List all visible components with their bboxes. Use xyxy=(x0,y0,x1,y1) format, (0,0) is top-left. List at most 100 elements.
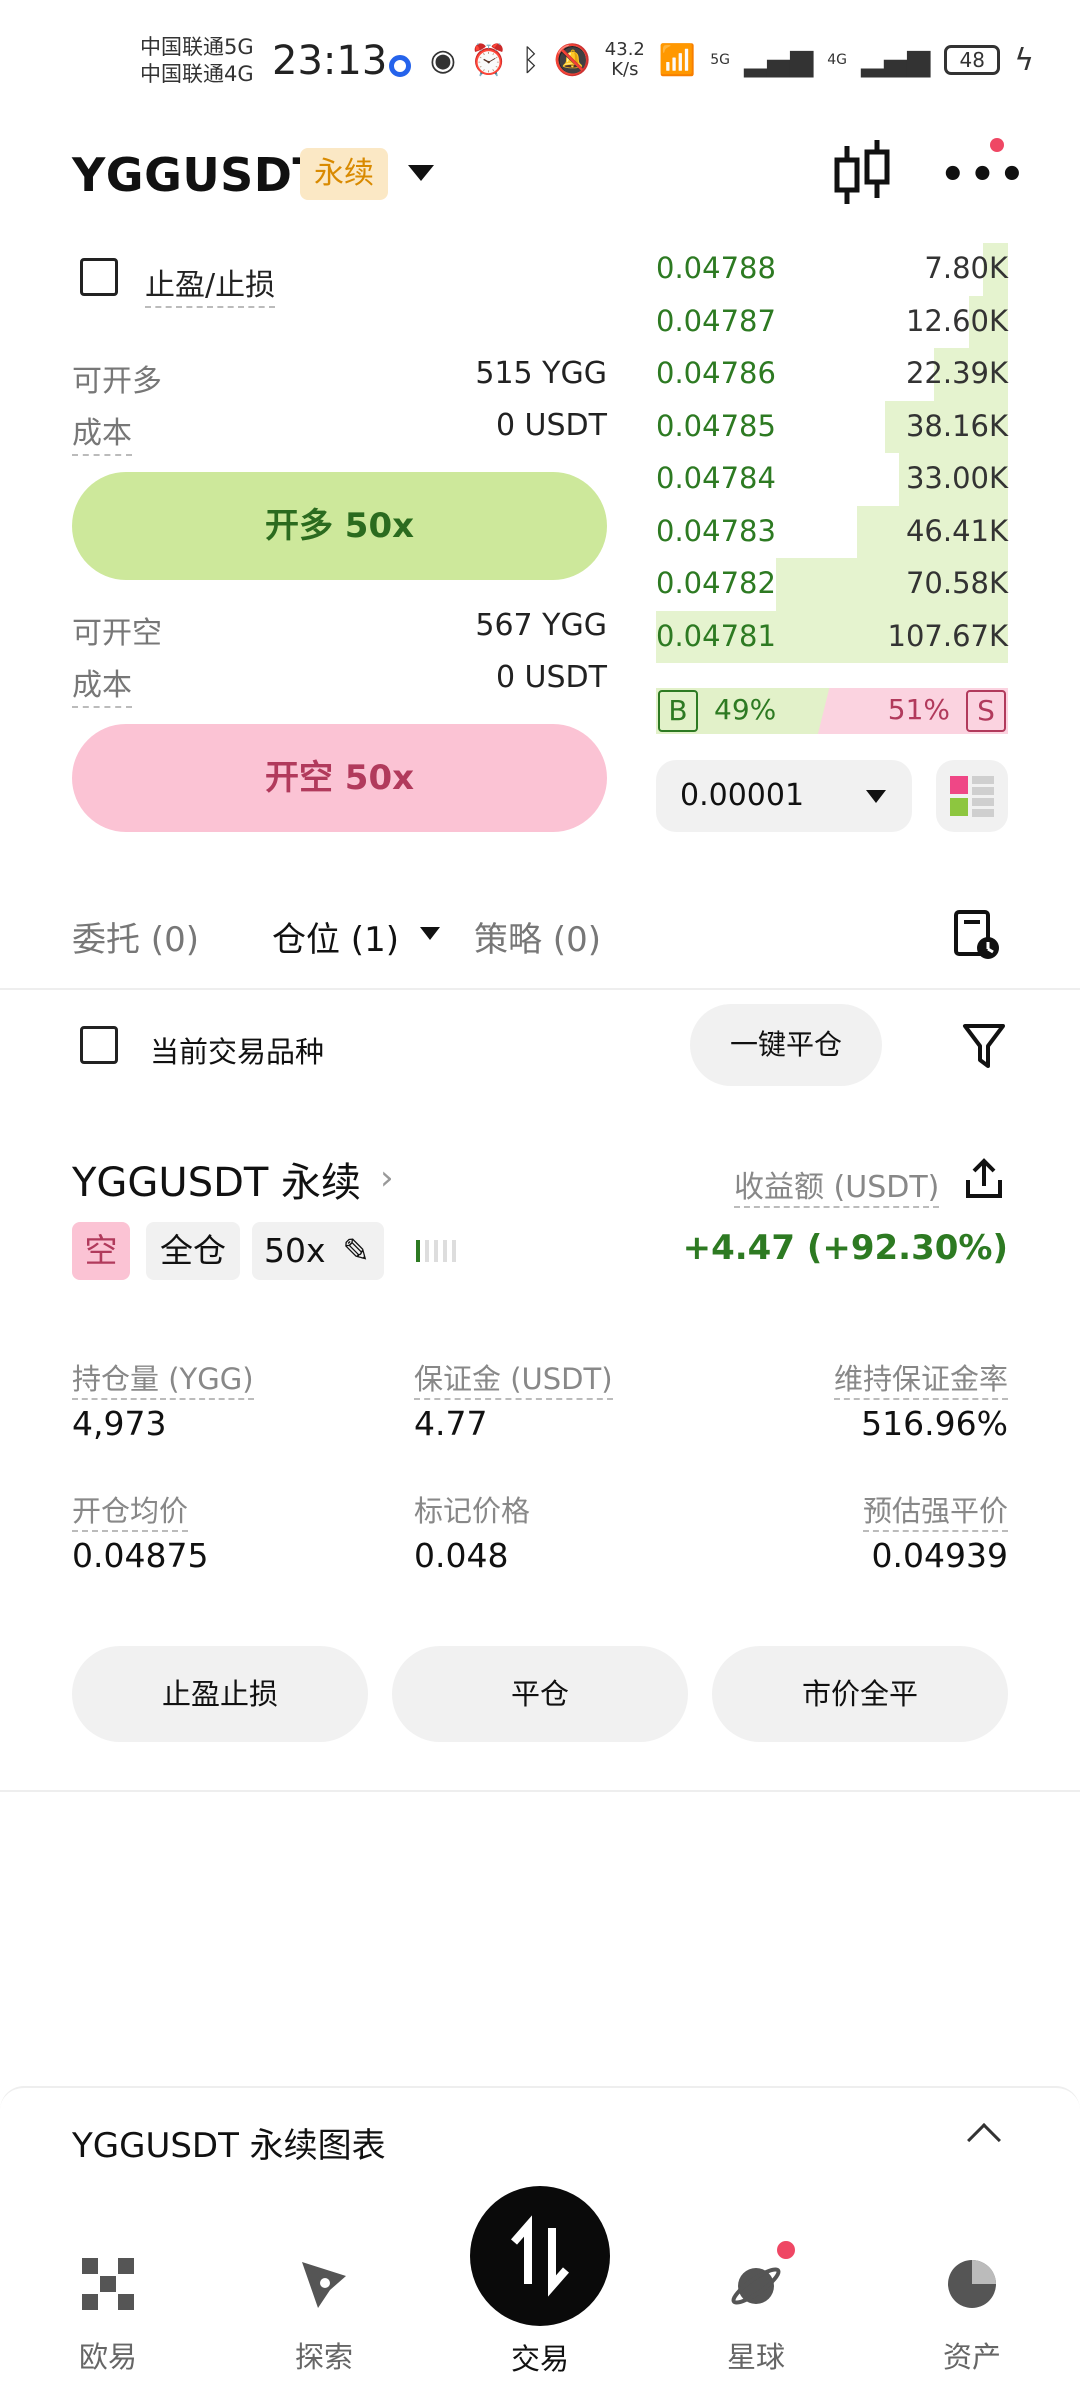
net-label-2: 4G xyxy=(827,52,847,68)
chevron-down-icon xyxy=(866,790,886,803)
close-position-button[interactable]: 平仓 xyxy=(392,1646,688,1742)
speed-unit: K/s xyxy=(611,59,639,80)
orderbook-layout-button[interactable] xyxy=(936,760,1008,832)
short-cost-value: 0 USDT xyxy=(495,660,607,695)
open-short-button[interactable]: 开空 50x xyxy=(72,724,607,832)
order-book-price: 0.04787 xyxy=(656,303,776,338)
signal-icon-2: ▂▄▆ xyxy=(860,42,931,78)
order-book-row[interactable]: 0.04781 107.67K xyxy=(656,610,1008,663)
qty-label[interactable]: 持仓量 (YGG) xyxy=(72,1356,254,1400)
leverage-value: 50x xyxy=(264,1231,326,1270)
pair-title[interactable]: YGGUSDT xyxy=(72,148,324,202)
long-available-value: 515 YGG xyxy=(475,356,607,391)
filter-icon[interactable] xyxy=(962,1022,1006,1070)
entry-price-label[interactable]: 开仓均价 xyxy=(72,1488,189,1532)
liq-price-label[interactable]: 预估强平价 xyxy=(862,1488,1008,1532)
margin-label[interactable]: 保证金 (USDT) xyxy=(414,1356,613,1400)
okx-logo-icon xyxy=(82,2258,134,2310)
side-badge: 空 xyxy=(72,1222,130,1280)
order-book-row[interactable]: 0.04786 22.39K xyxy=(656,348,1008,401)
history-icon[interactable] xyxy=(952,908,1002,962)
battery-icon: 48 xyxy=(944,45,1001,75)
precision-select[interactable]: 0.00001 xyxy=(656,760,912,832)
chevron-right-icon[interactable]: › xyxy=(380,1158,394,1198)
nav-explore[interactable]: 探索 xyxy=(254,2240,394,2376)
open-long-button[interactable]: 开多 50x xyxy=(72,472,607,580)
order-book-row[interactable]: 0.04787 12.60K xyxy=(656,295,1008,348)
pnl-label[interactable]: 收益额 (USDT) xyxy=(734,1162,940,1208)
clock: 23:13 xyxy=(272,38,388,84)
tab-strategies[interactable]: 策略 (0) xyxy=(474,912,601,961)
bluetooth-icon: ᛒ xyxy=(521,42,540,78)
layout-icon xyxy=(950,776,994,817)
app-indicator-icon xyxy=(389,55,411,77)
tpsl-checkbox[interactable] xyxy=(80,258,118,296)
order-book-price: 0.04781 xyxy=(656,618,776,653)
order-book[interactable]: 0.04788 7.80K 0.04787 12.60K 0.04786 22.39K 0.… xyxy=(656,243,1008,663)
mark-price-value: 0.048 xyxy=(414,1536,509,1575)
signal-icon: ▂▄▆ xyxy=(744,42,814,78)
mmr-label[interactable]: 维持保证金率 xyxy=(833,1356,1008,1400)
mark-price-label: 标记价格 xyxy=(414,1494,531,1528)
long-cost-value: 0 USDT xyxy=(495,408,607,443)
buy-percent: 49% xyxy=(714,693,777,726)
positions-dropdown-icon[interactable] xyxy=(420,927,440,940)
current-pair-checkbox[interactable] xyxy=(80,1026,118,1064)
tab-orders[interactable]: 委托 (0) xyxy=(72,912,199,961)
nav-home[interactable]: 欧易 xyxy=(38,2240,178,2376)
liq-price-value: 0.04939 xyxy=(871,1536,1008,1575)
market-close-all-button[interactable]: 市价全平 xyxy=(712,1646,1008,1742)
qty-value: 4,973 xyxy=(72,1404,167,1443)
order-book-size: 38.16K xyxy=(905,408,1008,443)
current-pair-label[interactable]: 当前交易品种 xyxy=(150,1029,324,1071)
chart-panel-title[interactable]: YGGUSDT 永续图表 xyxy=(72,2118,386,2167)
tab-positions[interactable]: 仓位 (1) xyxy=(272,912,399,961)
tpsl-label[interactable]: 止盈/止损 xyxy=(145,260,276,308)
charging-icon: ϟ xyxy=(1014,42,1034,78)
buy-sell-ratio: B 49% 51% S xyxy=(656,688,1008,734)
nav-trade[interactable]: 交易 xyxy=(470,2336,610,2378)
edit-icon: ✎ xyxy=(342,1231,370,1270)
eye-icon: ◉ xyxy=(429,42,457,78)
tpsl-button[interactable]: 止盈止损 xyxy=(72,1646,368,1742)
more-icon[interactable]: ••• xyxy=(940,152,1029,198)
divider xyxy=(0,1790,1080,1792)
candlestick-chart-icon[interactable] xyxy=(832,140,892,210)
nav-explore-label: 探索 xyxy=(294,2340,353,2374)
short-available-label: 可开空 xyxy=(72,616,162,651)
margin-mode-badge: 全仓 xyxy=(146,1222,240,1280)
order-book-price: 0.04786 xyxy=(656,356,776,390)
order-book-price: 0.04785 xyxy=(656,408,776,443)
nav-assets[interactable]: 资产 xyxy=(902,2240,1042,2376)
pair-dropdown-icon[interactable] xyxy=(408,165,434,181)
order-book-size: 33.00K xyxy=(905,461,1008,495)
planet-notification-dot xyxy=(774,2238,798,2262)
order-book-row[interactable]: 0.04783 46.41K xyxy=(656,505,1008,558)
order-book-size: 70.58K xyxy=(905,566,1008,600)
alarm-icon: ⏰ xyxy=(470,42,508,78)
long-available-label: 可开多 xyxy=(72,364,162,399)
nav-planet[interactable]: 星球 xyxy=(686,2240,826,2376)
order-book-row[interactable]: 0.04784 33.00K xyxy=(656,453,1008,506)
carrier-1: 中国联通5G xyxy=(140,35,254,59)
notification-dot xyxy=(990,138,1004,152)
order-book-row[interactable]: 0.04788 7.80K xyxy=(656,243,1008,296)
order-book-row[interactable]: 0.04785 38.16K xyxy=(656,400,1008,453)
order-book-size: 7.80K xyxy=(924,251,1008,285)
leverage-chip[interactable]: 50x ✎ xyxy=(252,1222,384,1280)
order-book-row[interactable]: 0.04782 70.58K xyxy=(656,558,1008,611)
nav-trade-label: 交易 xyxy=(510,2342,569,2376)
short-cost-label: 成本 xyxy=(72,660,132,708)
nav-trade-button[interactable] xyxy=(470,2186,610,2326)
risk-level-bars xyxy=(416,1240,456,1262)
share-icon[interactable] xyxy=(964,1158,1004,1200)
order-book-price: 0.04782 xyxy=(656,566,776,600)
trade-arrows-icon xyxy=(510,2215,570,2297)
status-bar: 中国联通5G 中国联通4G 23:13 ◉ ⏰ ᛒ 🔕 43.2 K/s 📶 5… xyxy=(0,0,1080,130)
net-label-1: 5G xyxy=(710,52,730,68)
close-all-button[interactable]: 一键平仓 xyxy=(690,1004,882,1086)
system-icons: ◉ ⏰ ᛒ 🔕 43.2 K/s 📶 5G ▂▄▆ 4G ▂▄▆ 48 ϟ xyxy=(430,40,1034,80)
precision-value: 0.00001 xyxy=(680,778,805,813)
position-title[interactable]: YGGUSDT 永续 xyxy=(72,1150,361,1208)
planet-icon xyxy=(731,2267,781,2305)
